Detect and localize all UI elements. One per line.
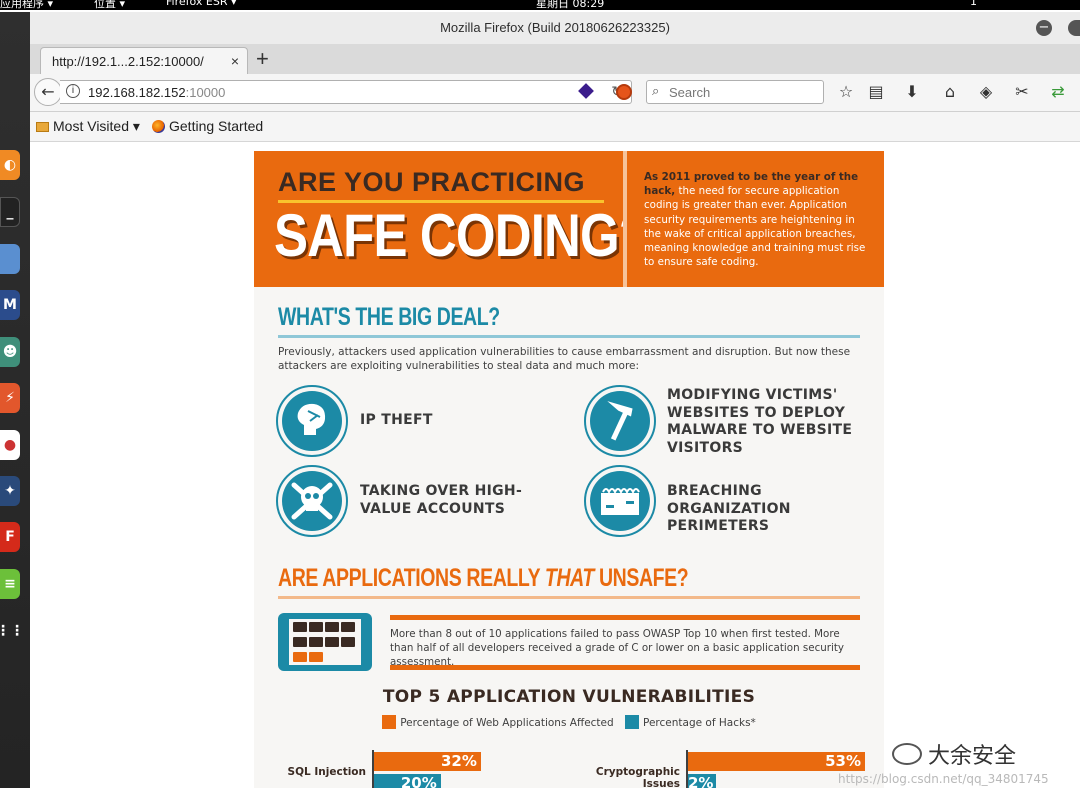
hero-line1: ARE YOU PRACTICING xyxy=(278,167,586,197)
firefox-app-menu[interactable]: Firefox ESR ▾ xyxy=(166,0,237,8)
downloads-icon[interactable]: ⬇ xyxy=(902,82,922,102)
pocket-icon[interactable]: ◈ xyxy=(976,82,996,102)
burpsuite-dock-icon[interactable]: ⚡ xyxy=(0,383,20,413)
ip-theft-icon xyxy=(276,385,348,457)
reader-list-icon[interactable]: ▤ xyxy=(866,82,886,102)
navigation-bar: ← i 192.168.182.152:10000 ↻ ⌕ Search ☆ ▤… xyxy=(30,74,1080,112)
skull-crossbones-icon xyxy=(276,465,348,537)
stat-rule-bottom xyxy=(390,665,860,670)
getting-started-bookmark[interactable]: Getting Started xyxy=(152,118,263,134)
tab-close-icon[interactable]: × xyxy=(231,53,239,69)
close-window-icon[interactable] xyxy=(1068,20,1080,36)
chart-bar: 20% xyxy=(374,774,441,788)
fence-perimeter-icon xyxy=(584,465,656,537)
title-bar: Mozilla Firefox (Build 20180626223325) − xyxy=(30,12,1080,44)
hackbar-icon[interactable]: ✂ xyxy=(1012,82,1032,102)
firefox-icon xyxy=(152,120,165,133)
wechat-icon xyxy=(892,743,922,765)
window-title: Mozilla Firefox (Build 20180626223325) xyxy=(440,20,670,35)
noscript-icon[interactable] xyxy=(616,84,632,100)
back-button[interactable]: ← xyxy=(34,78,62,106)
section1-text: Previously, attackers used application v… xyxy=(278,346,851,372)
search-icon: ⌕ xyxy=(652,83,660,98)
folder-icon xyxy=(36,122,49,132)
tab-bar: http://192.1...2.152:10000/ × + xyxy=(30,44,1080,74)
tab-active[interactable]: http://192.1...2.152:10000/ × xyxy=(40,47,248,74)
minimize-icon[interactable]: − xyxy=(1036,20,1052,36)
chart-bar: 2% xyxy=(688,774,716,788)
chart-title: TOP 5 APPLICATION VULNERABILITIES xyxy=(382,687,756,707)
chart-bar: 53% xyxy=(688,752,865,771)
infographic: ARE YOU PRACTICING SAFE CODING? As 2011 … xyxy=(254,151,884,788)
dock: ◐ _ M ☻ ⚡ ● ✦ F ≡ ⋮⋮ xyxy=(0,12,30,788)
beef-dock-icon[interactable]: ✦ xyxy=(0,476,20,506)
search-input[interactable]: ⌕ Search xyxy=(646,80,824,104)
url-bar[interactable]: i 192.168.182.152:10000 ↻ xyxy=(60,80,632,104)
watermark-url: https://blog.csdn.net/qq_34801745 xyxy=(838,772,1049,786)
hero-intro: As 2011 proved to be the year of the hac… xyxy=(644,171,866,269)
threat-ip-theft: IP THEFT xyxy=(360,412,433,428)
watermark-brand: 大余安全 xyxy=(892,738,1016,770)
places-menu[interactable]: 位置 ▾ xyxy=(94,0,125,10)
threat-breaching-perimeters: BREACHING ORGANIZATION PERIMETERS xyxy=(667,483,791,534)
applications-menu[interactable]: 应用程序 ▾ xyxy=(0,0,53,10)
section1-rule xyxy=(278,335,860,338)
clock[interactable]: 星期日 08:29 xyxy=(536,0,604,10)
files-dock-icon[interactable] xyxy=(0,244,20,274)
firefox-dock-icon[interactable]: ◐ xyxy=(0,150,20,180)
legend-hacks: Percentage of Hacks* xyxy=(625,715,756,729)
chart-bar: 32% xyxy=(374,752,481,771)
faraday-dock-icon[interactable]: F xyxy=(0,522,20,552)
bookmark-star-icon[interactable]: ☆ xyxy=(836,82,856,102)
chart-legend: Percentage of Web Applications Affected … xyxy=(254,715,884,729)
category-label: Cryptographic Issues xyxy=(595,766,680,788)
section2-rule xyxy=(278,596,860,599)
home-icon[interactable]: ⌂ xyxy=(940,82,960,102)
proxy-switch-icon[interactable]: ⇄ xyxy=(1048,82,1068,102)
legend-web-apps: Percentage of Web Applications Affected xyxy=(382,715,614,729)
apps-grid-icon[interactable]: ⋮⋮ xyxy=(0,616,24,646)
tablet-apps-icon xyxy=(278,613,372,671)
hero-banner: ARE YOU PRACTICING SAFE CODING? xyxy=(254,151,650,287)
hero-line2: SAFE CODING? xyxy=(274,202,650,269)
new-tab-button[interactable]: + xyxy=(256,46,269,72)
hero-intro-box: As 2011 proved to be the year of the hac… xyxy=(627,151,884,287)
tab-label: http://192.1...2.152:10000/ xyxy=(52,54,204,69)
category-label: SQL Injection xyxy=(287,766,366,778)
page-content: ARE YOU PRACTICING SAFE CODING? As 2011 … xyxy=(30,143,1080,788)
bookmarks-toolbar: Most Visited ▾ Getting Started xyxy=(30,112,1080,142)
armitage-dock-icon[interactable]: ☻ xyxy=(0,337,20,367)
firefox-window: Mozilla Firefox (Build 20180626223325) −… xyxy=(30,12,1080,788)
extension-icon[interactable] xyxy=(578,83,594,99)
threat-taking-over-accounts: TAKING OVER HIGH-VALUE ACCOUNTS xyxy=(360,483,523,517)
site-info-icon[interactable]: i xyxy=(66,84,80,98)
notes-dock-icon[interactable]: ≡ xyxy=(0,569,20,599)
section1-heading: WHAT'S THE BIG DEAL? xyxy=(278,303,500,331)
section2-heading: ARE APPLICATIONS REALLY THAT UNSAFE? xyxy=(278,564,689,592)
metasploit-dock-icon[interactable]: M xyxy=(0,290,20,320)
url-text: 192.168.182.152:10000 xyxy=(88,85,226,100)
maltego-dock-icon[interactable]: ● xyxy=(0,430,20,460)
stat-text: More than 8 out of 10 applications faile… xyxy=(390,628,844,668)
stat-rule-top xyxy=(390,615,860,620)
most-visited-bookmark[interactable]: Most Visited ▾ xyxy=(36,118,140,135)
workspace-indicator[interactable]: 1 xyxy=(970,0,977,8)
desktop-top-bar: 应用程序 ▾ 位置 ▾ Firefox ESR ▾ 星期日 08:29 1 xyxy=(0,0,1080,10)
terminal-dock-icon[interactable]: _ xyxy=(0,197,20,227)
search-placeholder: Search xyxy=(669,85,711,100)
hammer-icon xyxy=(584,385,656,457)
threat-modifying-websites: MODIFYING VICTIMS' WEBSITES TO DEPLOY MA… xyxy=(667,387,853,456)
